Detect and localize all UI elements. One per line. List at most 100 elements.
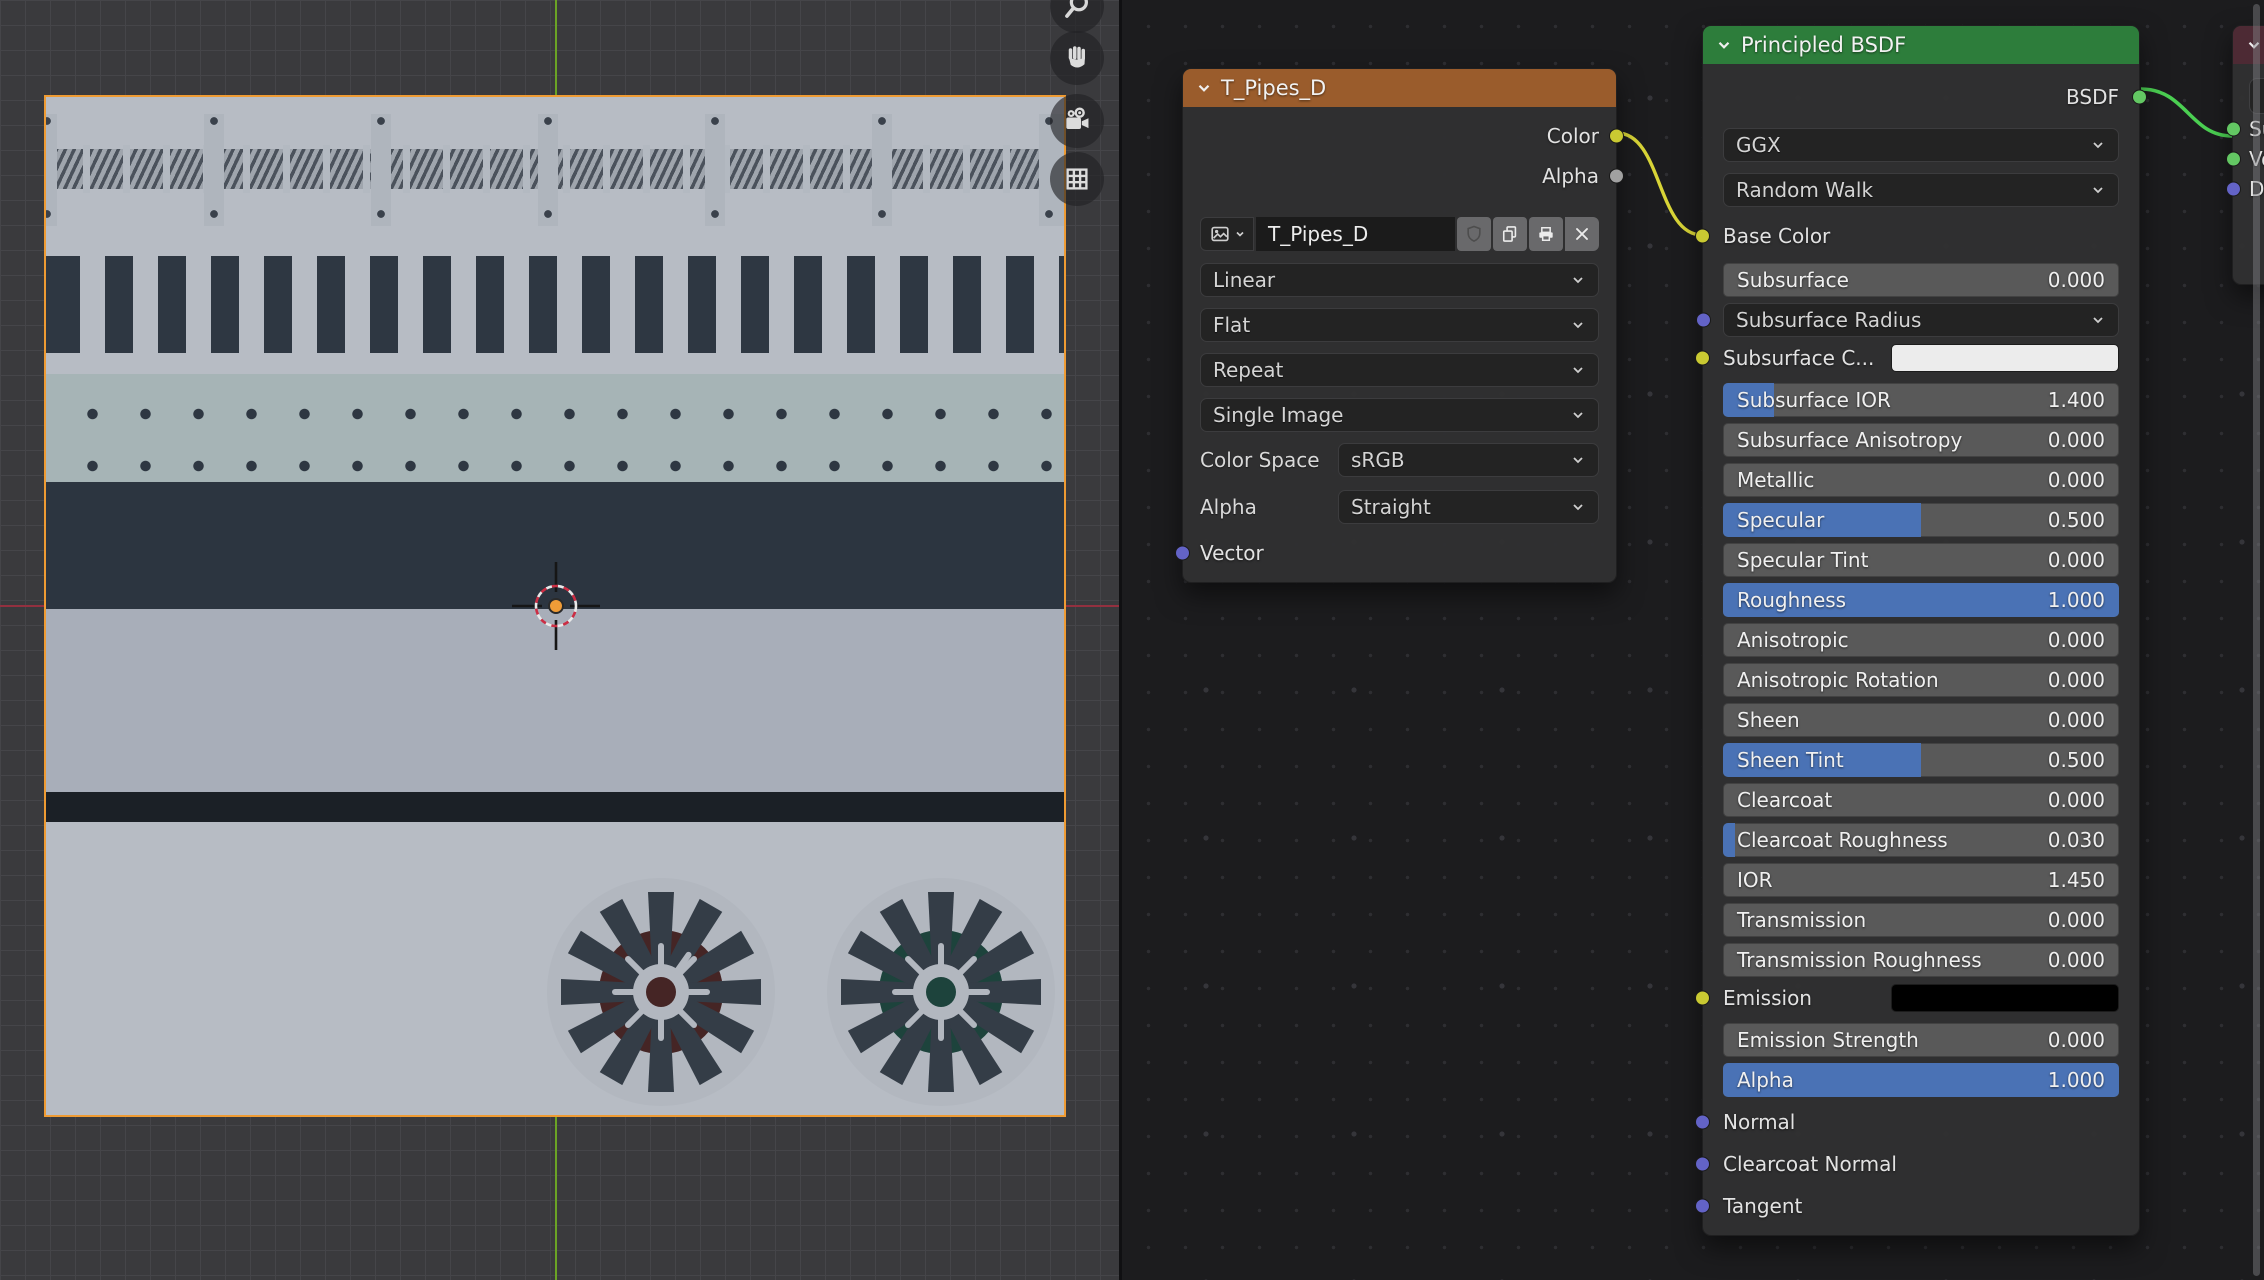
chevron-down-icon	[1570, 407, 1586, 423]
anisotropic-slider[interactable]: Anisotropic 0.000	[1723, 623, 2119, 657]
collapse-chevron-icon[interactable]	[1715, 36, 1733, 54]
volume-input-socket[interactable]	[2226, 152, 2241, 167]
specular-slider[interactable]: Specular 0.500	[1723, 503, 2119, 537]
zoom-magnifier-icon	[1062, 0, 1092, 21]
subsurface-color-swatch[interactable]	[1891, 344, 2119, 372]
tangent-input-row: Tangent	[1723, 1191, 2119, 1221]
ior-slider[interactable]: IOR 1.450	[1723, 863, 2119, 897]
metallic-slider[interactable]: Metallic 0.000	[1723, 463, 2119, 497]
specular-tint-slider[interactable]: Specular Tint 0.000	[1723, 543, 2119, 577]
alpha-mode-dropdown[interactable]: Straight	[1338, 490, 1599, 524]
subsurface-method-value: Random Walk	[1736, 178, 1873, 202]
image-name-field[interactable]: T_Pipes_D	[1256, 217, 1455, 251]
camera-view-icon	[1061, 105, 1093, 137]
subsurface-color-socket[interactable]	[1695, 351, 1710, 366]
sheen-tint-slider[interactable]: Sheen Tint 0.500	[1723, 743, 2119, 777]
bsdf-output-label: BSDF	[2066, 85, 2119, 109]
base-color-label: Base Color	[1723, 224, 1830, 248]
alpha-mode-value: Straight	[1351, 495, 1431, 519]
vector-input-row: Vector	[1200, 538, 1599, 568]
image-editor-region[interactable]	[0, 0, 1119, 1280]
fake-user-button[interactable]	[1457, 217, 1491, 251]
clearcoat-slider[interactable]: Clearcoat 0.000	[1723, 783, 2119, 817]
chevron-down-icon	[1570, 317, 1586, 333]
base-color-input-socket[interactable]	[1695, 229, 1710, 244]
image-texture-node[interactable]: T_Pipes_D Color Alpha	[1182, 68, 1617, 583]
interpolation-value: Linear	[1213, 268, 1275, 292]
clearcoat-normal-input-socket[interactable]	[1695, 1157, 1710, 1172]
subsurface-slider[interactable]: Subsurface 0.000	[1723, 263, 2119, 297]
image-name-value: T_Pipes_D	[1268, 222, 1368, 246]
pan-gizmo-button[interactable]	[1050, 31, 1104, 85]
unlink-image-button[interactable]	[1565, 217, 1599, 251]
projection-value: Flat	[1213, 313, 1250, 337]
displacement-input-socket[interactable]	[2226, 182, 2241, 197]
emission-socket[interactable]	[1695, 991, 1710, 1006]
grid-icon	[1062, 164, 1092, 194]
bsdf-output-row: BSDF	[1723, 82, 2119, 112]
normal-input-row: Normal	[1723, 1107, 2119, 1137]
texture-fan-teal	[821, 872, 1061, 1112]
texture-screws-top-row	[46, 116, 1064, 126]
transmission-roughness-slider[interactable]: Transmission Roughness 0.000	[1723, 943, 2119, 977]
subsurface-method-dropdown[interactable]: Random Walk	[1723, 173, 2119, 207]
clearcoat-roughness-slider[interactable]: Clearcoat Roughness 0.030	[1723, 823, 2119, 857]
image-browse-button[interactable]	[1200, 217, 1254, 251]
alpha-output-socket[interactable]	[1609, 169, 1624, 184]
subsurface-radius-dropdown[interactable]: Subsurface Radius	[1723, 303, 2119, 337]
distribution-dropdown[interactable]: GGX	[1723, 128, 2119, 162]
subsurface-ior-slider[interactable]: Subsurface IOR 1.400	[1723, 383, 2119, 417]
color-space-label: Color Space	[1200, 448, 1332, 472]
vector-input-socket[interactable]	[1175, 546, 1190, 561]
alpha-mode-label: Alpha	[1200, 495, 1332, 519]
projection-dropdown[interactable]: Flat	[1200, 308, 1599, 342]
emission-strength-slider[interactable]: Emission Strength 0.000	[1723, 1023, 2119, 1057]
subsurface-radius-socket[interactable]	[1696, 313, 1711, 328]
texture-band-dark	[46, 482, 1064, 609]
chevron-down-icon	[2090, 137, 2106, 153]
bsdf-output-socket[interactable]	[2132, 90, 2147, 105]
color-output-socket[interactable]	[1609, 129, 1624, 144]
tangent-input-socket[interactable]	[1695, 1199, 1710, 1214]
emission-color-swatch[interactable]	[1891, 984, 2119, 1012]
principled-node-header[interactable]: Principled BSDF	[1703, 26, 2139, 64]
extension-dropdown[interactable]: Repeat	[1200, 353, 1599, 387]
chevron-down-icon	[2090, 182, 2106, 198]
chevron-down-icon	[2090, 312, 2106, 328]
texture-band-stripe	[46, 792, 1064, 822]
chevron-down-icon	[1570, 452, 1586, 468]
roughness-slider[interactable]: Roughness 1.000	[1723, 583, 2119, 617]
color-output-row: Color	[1200, 121, 1599, 151]
grid-gizmo-button[interactable]	[1050, 152, 1104, 206]
clearcoat-normal-input-row: Clearcoat Normal	[1723, 1149, 2119, 1179]
copy-datablock-button[interactable]	[1493, 217, 1527, 251]
sheen-slider[interactable]: Sheen 0.000	[1723, 703, 2119, 737]
chevron-down-icon	[1234, 228, 1246, 240]
collapse-chevron-icon[interactable]	[1195, 79, 1213, 97]
texture-image-canvas[interactable]	[44, 95, 1066, 1117]
transmission-slider[interactable]: Transmission 0.000	[1723, 903, 2119, 937]
interpolation-dropdown[interactable]: Linear	[1200, 263, 1599, 297]
vertical-scrollbar[interactable]	[2253, 4, 2260, 1276]
anisotropic-rotation-slider[interactable]: Anisotropic Rotation 0.000	[1723, 663, 2119, 697]
zoom-gizmo-button[interactable]	[1050, 0, 1104, 33]
alpha-output-label: Alpha	[1542, 164, 1599, 188]
image-texture-node-header[interactable]: T_Pipes_D	[1183, 69, 1616, 107]
blender-shading-workspace: T_Pipes_D Color Alpha	[0, 0, 2264, 1280]
base-color-input-row: Base Color	[1723, 221, 2119, 251]
camera-view-gizmo-button[interactable]	[1050, 94, 1104, 148]
normal-input-socket[interactable]	[1695, 1115, 1710, 1130]
texture-vent-slots	[46, 256, 1064, 353]
pack-button[interactable]	[1529, 217, 1563, 251]
surface-input-socket[interactable]	[2226, 122, 2241, 137]
subsurface-anisotropy-slider[interactable]: Subsurface Anisotropy 0.000	[1723, 423, 2119, 457]
alpha-output-row: Alpha	[1200, 161, 1599, 191]
alpha-slider[interactable]: Alpha 1.000	[1723, 1063, 2119, 1097]
principled-bsdf-node[interactable]: Principled BSDF BSDF GGX Random Walk	[1702, 25, 2140, 1236]
source-dropdown[interactable]: Single Image	[1200, 398, 1599, 432]
vector-input-label: Vector	[1200, 541, 1264, 565]
shield-fake-user-icon	[1464, 224, 1484, 244]
node-title: T_Pipes_D	[1221, 76, 1326, 100]
copy-datablock-icon	[1500, 224, 1520, 244]
color-space-dropdown[interactable]: sRGB	[1338, 443, 1599, 477]
